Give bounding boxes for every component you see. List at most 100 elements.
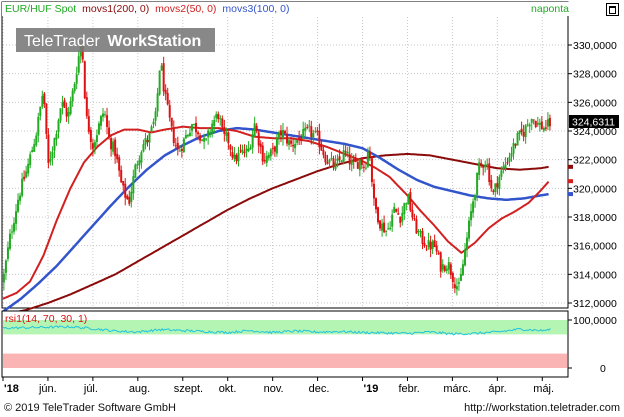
candle-body xyxy=(350,160,353,165)
candle-body xyxy=(63,100,66,108)
candle-body xyxy=(330,157,333,159)
candle-body xyxy=(19,195,22,201)
candle-body xyxy=(544,127,547,129)
candle-body xyxy=(190,124,193,131)
x-tick-label: dec. xyxy=(309,383,330,395)
candle-body xyxy=(67,112,70,117)
candle-body xyxy=(415,219,418,234)
header-legend: EUR/HUF Spot movs1(200, 0) movs2(50, 0) … xyxy=(5,3,289,15)
candle-body xyxy=(504,164,507,169)
candle-body xyxy=(478,162,481,175)
rsi-y-axis: 0 100,0000 xyxy=(568,315,617,375)
candle-body xyxy=(211,123,214,133)
candle-body xyxy=(488,163,491,183)
candle-body xyxy=(97,123,100,135)
candle-body xyxy=(395,208,398,212)
candle-body xyxy=(247,148,250,151)
candle-body xyxy=(213,120,216,126)
candle-body xyxy=(75,74,78,84)
candle-body xyxy=(253,123,256,137)
candle-body xyxy=(43,93,46,104)
candle-body xyxy=(354,160,357,163)
candle-body xyxy=(383,222,386,233)
candle-body xyxy=(510,153,513,157)
candle-body xyxy=(281,130,284,138)
candle-body xyxy=(61,102,64,107)
x-tick-label: szept. xyxy=(174,383,203,395)
candle-body xyxy=(358,159,361,171)
candle-body xyxy=(114,139,117,157)
candle-body xyxy=(235,154,238,162)
candle-body xyxy=(447,262,450,270)
candle-body xyxy=(73,83,76,92)
candle-body xyxy=(65,107,68,117)
candle-body xyxy=(164,89,167,94)
candle-body xyxy=(279,130,282,136)
candle-body xyxy=(524,125,527,138)
candle-body xyxy=(474,195,477,201)
candle-body xyxy=(192,123,195,125)
candle-body xyxy=(520,128,523,133)
candle-body xyxy=(385,230,388,232)
candle-body xyxy=(518,130,521,134)
candle-body xyxy=(201,139,204,141)
candle-body xyxy=(251,134,254,148)
candle-body xyxy=(441,264,444,270)
candle-body xyxy=(522,131,525,137)
candle-body xyxy=(91,143,94,149)
candle-body xyxy=(263,160,266,162)
candle-body xyxy=(142,144,145,152)
x-tick-label: ápr. xyxy=(488,383,506,395)
candle-body xyxy=(255,125,258,131)
candle-body xyxy=(93,142,96,148)
candle-body xyxy=(548,117,551,127)
interval-label[interactable]: naponta xyxy=(531,3,569,15)
candle-body xyxy=(368,151,371,158)
candle-body xyxy=(302,128,305,139)
candle-body xyxy=(195,122,198,133)
candle-body xyxy=(387,228,390,230)
candle-body xyxy=(209,132,212,134)
candle-body xyxy=(439,252,442,272)
candle-body xyxy=(249,147,252,150)
candle-body xyxy=(445,268,448,271)
candle-body xyxy=(4,260,7,273)
candle-body xyxy=(29,154,32,166)
candle-body xyxy=(126,195,129,199)
candle-body xyxy=(130,191,133,203)
candle-body xyxy=(162,63,165,92)
candle-body xyxy=(393,206,396,213)
candle-body xyxy=(308,125,311,127)
workstation-url[interactable]: http://workstation.teletrader.com xyxy=(464,402,620,414)
candle-body xyxy=(37,117,40,136)
candle-body xyxy=(23,176,26,180)
candle-body xyxy=(95,135,98,142)
candle-body xyxy=(197,132,200,135)
x-tick-label: márc. xyxy=(443,383,471,395)
chart-canvas[interactable]: 312,0000 314,0000 316,0000 318,0000 320,0000… xyxy=(0,0,624,400)
maximize-button[interactable] xyxy=(606,3,619,16)
candle-body xyxy=(542,128,545,131)
x-tick-label: máj. xyxy=(533,383,554,395)
candle-body xyxy=(215,114,218,119)
candle-body xyxy=(267,154,270,159)
y-tick-label: 322,0000 xyxy=(573,155,617,167)
candle-body xyxy=(25,171,28,178)
candle-body xyxy=(316,130,319,132)
candle-body xyxy=(257,132,260,146)
candle-body xyxy=(411,209,414,218)
candle-body xyxy=(188,132,191,136)
candle-body xyxy=(288,140,291,145)
candle-body xyxy=(437,252,440,254)
candle-body xyxy=(225,132,228,136)
candle-body xyxy=(472,201,475,213)
candle-body xyxy=(231,152,234,158)
x-tick-label: '19 xyxy=(364,383,379,395)
candle-body xyxy=(356,162,359,169)
candle-body xyxy=(271,147,274,149)
candle-body xyxy=(53,138,56,151)
candle-body xyxy=(312,133,315,138)
candle-body xyxy=(413,218,416,220)
candle-body xyxy=(344,151,347,153)
candle-body xyxy=(245,148,248,152)
